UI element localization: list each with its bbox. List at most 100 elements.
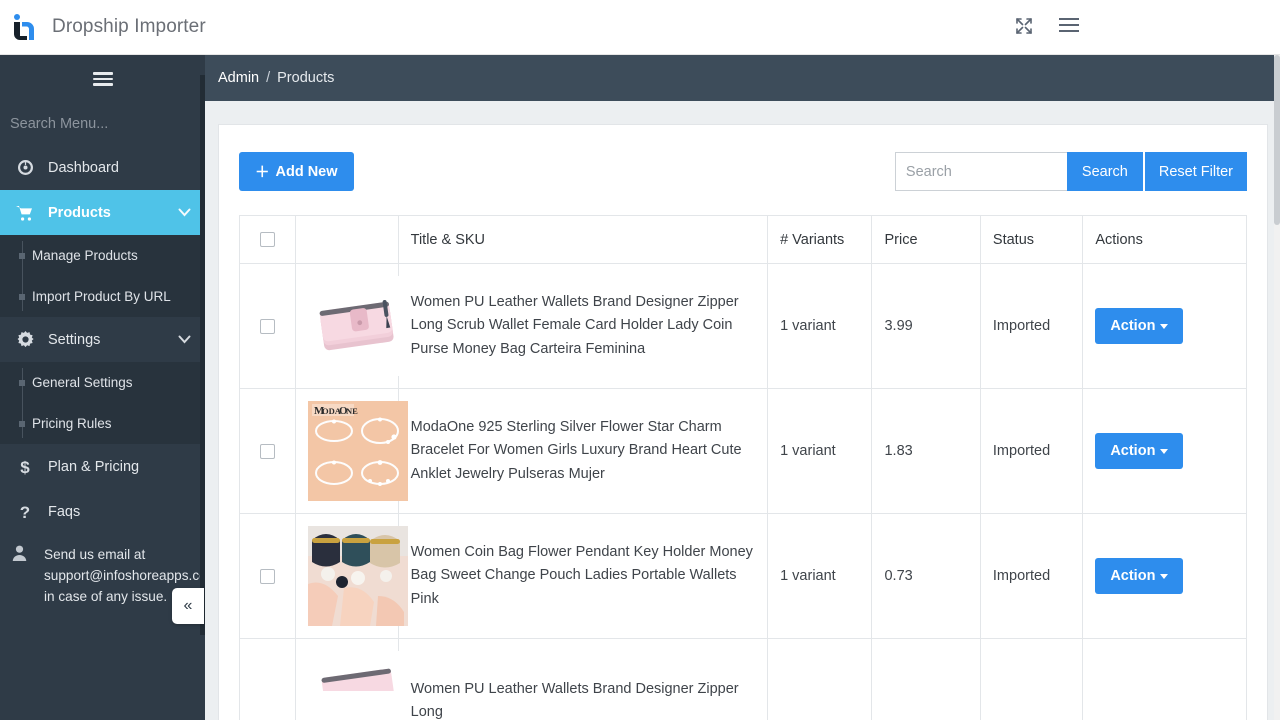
sidebar-item-label: Dashboard bbox=[48, 160, 119, 176]
sidebar-collapse-button[interactable]: « bbox=[172, 588, 204, 624]
row-title-cell: Women PU Leather Wallets Brand Designer … bbox=[398, 264, 767, 389]
caret-down-icon bbox=[1160, 324, 1168, 329]
sidebar-hamburger-icon[interactable] bbox=[93, 72, 113, 86]
sidebar-settings-submenu: General Settings Pricing Rules bbox=[0, 362, 205, 444]
search-button[interactable]: Search bbox=[1067, 152, 1143, 191]
page-scrollbar[interactable] bbox=[1274, 55, 1280, 720]
product-image-pink-wallet bbox=[308, 276, 408, 376]
sidebar-search-input[interactable]: Search Menu... bbox=[0, 103, 205, 145]
row-status-cell: Imported bbox=[980, 389, 1082, 514]
plus-icon: ＋ bbox=[255, 161, 270, 182]
breadcrumb-root[interactable]: Admin bbox=[218, 70, 259, 86]
sidebar-item-products[interactable]: Products bbox=[0, 190, 205, 235]
sidebar-subitem-label: Pricing Rules bbox=[32, 416, 112, 431]
infoshore-logo bbox=[8, 10, 42, 44]
select-all-checkbox[interactable] bbox=[260, 232, 275, 247]
add-new-label: Add New bbox=[276, 164, 338, 180]
row-checkbox[interactable] bbox=[260, 319, 275, 334]
search-input[interactable] bbox=[895, 152, 1067, 191]
action-button-label: Action bbox=[1110, 443, 1155, 459]
action-button[interactable]: Action bbox=[1095, 308, 1183, 344]
th-actions: Actions bbox=[1083, 216, 1247, 264]
fullscreen-icon[interactable] bbox=[1014, 16, 1036, 38]
products-toolbar: ＋ Add New Search Reset Filter bbox=[239, 152, 1247, 191]
th-status: Status bbox=[980, 216, 1082, 264]
product-image-coin-purses bbox=[308, 526, 408, 626]
product-image-silver-bracelets: M ODA O NE bbox=[308, 401, 408, 501]
sidebar-toggle-row[interactable] bbox=[0, 55, 205, 103]
row-image-cell bbox=[296, 264, 398, 389]
action-button-label: Action bbox=[1110, 568, 1155, 584]
row-title-cell: Women Coin Bag Flower Pendant Key Holder… bbox=[398, 514, 767, 639]
th-variants: # Variants bbox=[768, 216, 872, 264]
row-title-cell: ModaOne 925 Sterling Silver Flower Star … bbox=[398, 389, 767, 514]
svg-text:NE: NE bbox=[346, 406, 358, 416]
row-status-cell: Imported bbox=[980, 514, 1082, 639]
brand-area[interactable]: Dropship Importer bbox=[0, 10, 206, 44]
products-table: Title & SKU # Variants Price Status Acti… bbox=[239, 215, 1247, 720]
products-table-head: Title & SKU # Variants Price Status Acti… bbox=[240, 216, 1247, 264]
content-background: ＋ Add New Search Reset Filter bbox=[205, 101, 1280, 720]
svg-text:$: $ bbox=[20, 458, 30, 476]
action-button[interactable]: Action bbox=[1095, 558, 1183, 594]
row-select-cell bbox=[240, 389, 296, 514]
caret-down-icon bbox=[1160, 574, 1168, 579]
table-row: Women PU Leather Wallets Brand Designer … bbox=[240, 639, 1247, 720]
dashboard-icon bbox=[14, 159, 36, 176]
sidebar-item-label: Products bbox=[48, 205, 111, 221]
row-actions-cell: Action bbox=[1083, 264, 1247, 389]
chevron-down-icon bbox=[178, 206, 191, 220]
cart-icon bbox=[14, 205, 36, 221]
row-price-cell: 1.83 bbox=[872, 389, 980, 514]
row-status-cell bbox=[980, 639, 1082, 720]
top-header-actions bbox=[1014, 16, 1280, 38]
row-image-cell bbox=[296, 514, 398, 639]
row-checkbox[interactable] bbox=[260, 569, 275, 584]
user-icon bbox=[12, 544, 34, 567]
row-checkbox[interactable] bbox=[260, 444, 275, 459]
sidebar-subitem-general-settings[interactable]: General Settings bbox=[0, 362, 205, 403]
th-title-sku: Title & SKU bbox=[398, 216, 767, 264]
question-mark-icon: ? bbox=[14, 503, 36, 521]
th-select-all bbox=[240, 216, 296, 264]
chevron-double-left-icon: « bbox=[184, 597, 193, 615]
reset-filter-button[interactable]: Reset Filter bbox=[1145, 152, 1247, 191]
th-price: Price bbox=[872, 216, 980, 264]
caret-down-icon bbox=[1160, 449, 1168, 454]
sidebar-subitem-label: General Settings bbox=[32, 375, 133, 390]
products-table-body: Women PU Leather Wallets Brand Designer … bbox=[240, 264, 1247, 720]
row-select-cell bbox=[240, 514, 296, 639]
row-image-cell bbox=[296, 639, 398, 720]
row-variants-cell: 1 variant bbox=[768, 264, 872, 389]
table-row: Women PU Leather Wallets Brand Designer … bbox=[240, 264, 1247, 389]
product-image-pink-wallet-2 bbox=[308, 651, 408, 720]
sidebar-subitem-pricing-rules[interactable]: Pricing Rules bbox=[0, 403, 205, 444]
sidebar-item-faqs[interactable]: ? Faqs bbox=[0, 489, 205, 534]
hamburger-menu-icon[interactable] bbox=[1058, 16, 1080, 38]
sidebar-subitem-manage-products[interactable]: Manage Products bbox=[0, 235, 205, 276]
breadcrumb: Admin / Products bbox=[205, 55, 1280, 101]
products-card: ＋ Add New Search Reset Filter bbox=[218, 124, 1268, 720]
sidebar-item-label: Settings bbox=[48, 332, 100, 348]
row-price-cell: 3.99 bbox=[872, 264, 980, 389]
row-select-cell bbox=[240, 264, 296, 389]
sidebar-products-submenu: Manage Products Import Product By URL bbox=[0, 235, 205, 317]
action-button[interactable]: Action bbox=[1095, 433, 1183, 469]
row-status-cell: Imported bbox=[980, 264, 1082, 389]
page-scrollbar-thumb[interactable] bbox=[1274, 55, 1280, 225]
breadcrumb-current: Products bbox=[277, 70, 334, 86]
sidebar-item-dashboard[interactable]: Dashboard bbox=[0, 145, 205, 190]
table-header-row: Title & SKU # Variants Price Status Acti… bbox=[240, 216, 1247, 264]
top-header-bar: Dropship Importer bbox=[0, 0, 1280, 55]
row-variants-cell bbox=[768, 639, 872, 720]
add-new-button[interactable]: ＋ Add New bbox=[239, 152, 354, 191]
row-price-cell bbox=[872, 639, 980, 720]
sidebar-item-plan-pricing[interactable]: $ Plan & Pricing bbox=[0, 444, 205, 489]
sidebar-subitem-import-product-by-url[interactable]: Import Product By URL bbox=[0, 276, 205, 317]
gear-icon bbox=[14, 331, 36, 348]
sidebar-item-settings[interactable]: Settings bbox=[0, 317, 205, 362]
sidebar-subitem-label: Import Product By URL bbox=[32, 289, 171, 304]
row-variants-cell: 1 variant bbox=[768, 389, 872, 514]
row-price-cell: 0.73 bbox=[872, 514, 980, 639]
action-button-label: Action bbox=[1110, 318, 1155, 334]
